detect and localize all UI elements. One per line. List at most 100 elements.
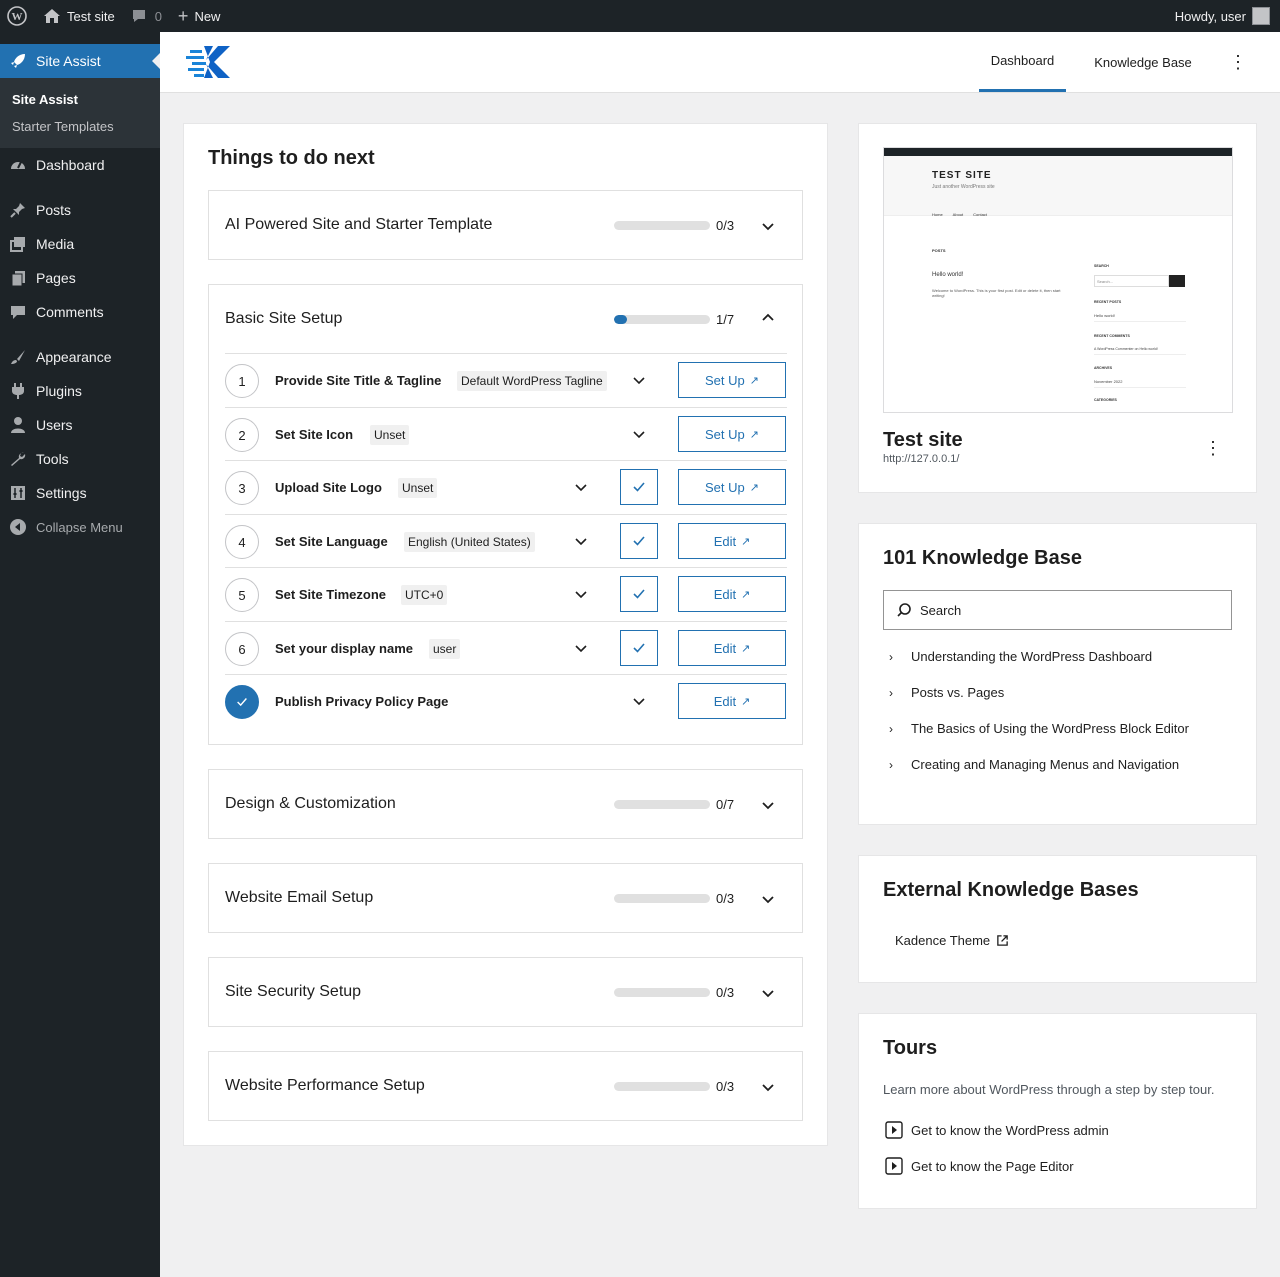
- edit-button[interactable]: Edit ↗: [678, 683, 786, 719]
- submenu-site-assist[interactable]: Site Assist: [0, 86, 160, 113]
- mark-complete-button[interactable]: [620, 523, 658, 559]
- tour-item-label: Get to know the WordPress admin: [911, 1122, 1109, 1138]
- mark-complete-button[interactable]: [620, 576, 658, 612]
- chevron-down-icon[interactable]: [573, 640, 589, 656]
- sidebar-item-comments[interactable]: Comments: [0, 295, 160, 329]
- kb-search-input[interactable]: Search: [883, 590, 1232, 630]
- progress-count: 0/3: [716, 218, 735, 233]
- kb-link[interactable]: › Understanding the WordPress Dashboard: [889, 649, 1152, 664]
- external-arrow-icon: ↗: [749, 374, 759, 387]
- status-badge: English (United States): [404, 532, 535, 552]
- kb-link[interactable]: › The Basics of Using the WordPress Block…: [889, 721, 1189, 736]
- chevron-down-icon[interactable]: [759, 217, 777, 235]
- chevron-down-icon[interactable]: [759, 796, 777, 814]
- external-arrow-icon: ↗: [741, 588, 751, 601]
- tour-item[interactable]: Get to know the WordPress admin: [885, 1121, 1109, 1139]
- setup-button[interactable]: Set Up ↗: [678, 416, 786, 452]
- site-card: TEST SITE Just another WordPress site Ho…: [859, 124, 1256, 492]
- external-arrow-icon: ↗: [749, 481, 759, 494]
- check-icon: [633, 536, 645, 546]
- sidebar-item-settings[interactable]: Settings: [0, 476, 160, 510]
- site-options-icon[interactable]: ⋮: [1204, 438, 1222, 459]
- submenu-starter-templates[interactable]: Starter Templates: [0, 113, 160, 140]
- external-arrow-icon: ↗: [741, 695, 751, 708]
- chevron-down-icon[interactable]: [631, 426, 647, 442]
- section-title: AI Powered Site and Starter Template: [225, 216, 493, 233]
- sidebar-item-media[interactable]: Media: [0, 227, 160, 261]
- collapse-menu-button[interactable]: Collapse Menu: [0, 510, 160, 544]
- preview-nav-item: Home: [932, 212, 943, 217]
- site-name-link[interactable]: Test site: [35, 0, 123, 32]
- preview-categories: CATEGORIES: [1094, 398, 1117, 402]
- tab-dashboard[interactable]: Dashboard: [979, 32, 1066, 92]
- wrench-icon: [8, 449, 28, 469]
- section-design-customization[interactable]: Design & Customization 0/7: [208, 769, 803, 839]
- chevron-down-icon[interactable]: [759, 1078, 777, 1096]
- chevron-down-icon[interactable]: [631, 372, 647, 388]
- new-content-link[interactable]: + New: [170, 0, 229, 32]
- preview-archive-item: November 2022: [1094, 379, 1186, 388]
- chevron-down-icon[interactable]: [573, 479, 589, 495]
- more-options-icon[interactable]: ⋮: [1228, 50, 1248, 74]
- site-url[interactable]: http://127.0.0.1/: [883, 453, 959, 465]
- sidebar-item-plugins[interactable]: Plugins: [0, 374, 160, 408]
- chevron-down-icon[interactable]: [631, 693, 647, 709]
- site-preview-thumbnail[interactable]: TEST SITE Just another WordPress site Ho…: [883, 147, 1233, 413]
- submenu: Site Assist Starter Templates: [0, 78, 160, 148]
- kb-link[interactable]: › Creating and Managing Menus and Navigat…: [889, 757, 1179, 772]
- comments-count: 0: [154, 8, 162, 24]
- sidebar-item-posts[interactable]: Posts: [0, 193, 160, 227]
- todo-card: Things to do next AI Powered Site and St…: [184, 124, 827, 1145]
- setup-button[interactable]: Set Up ↗: [678, 362, 786, 398]
- section-ai-starter[interactable]: AI Powered Site and Starter Template 0/3: [208, 190, 803, 260]
- preview-tagline: Just another WordPress site: [932, 184, 995, 190]
- comments-link[interactable]: 0: [123, 0, 170, 32]
- avatar: [1252, 7, 1270, 25]
- task-row: 1 Provide Site Title & Tagline Default W…: [225, 353, 787, 406]
- status-badge: UTC+0: [401, 585, 448, 605]
- todo-title: Things to do next: [208, 147, 375, 169]
- kb-link[interactable]: › Posts vs. Pages: [889, 685, 1004, 700]
- sidebar-item-tools[interactable]: Tools: [0, 442, 160, 476]
- sidebar-item-users[interactable]: Users: [0, 408, 160, 442]
- section-performance-setup[interactable]: Website Performance Setup 0/3: [208, 1051, 803, 1121]
- step-number: 1: [225, 364, 259, 398]
- chevron-down-icon[interactable]: [759, 890, 777, 908]
- sidebar-item-label: Plugins: [36, 383, 82, 399]
- sidebar-item-label: Pages: [36, 270, 76, 286]
- edit-button[interactable]: Edit ↗: [678, 630, 786, 666]
- sidebar-item-pages[interactable]: Pages: [0, 261, 160, 295]
- setup-button[interactable]: Set Up ↗: [678, 469, 786, 505]
- edit-button[interactable]: Edit ↗: [678, 576, 786, 612]
- sidebar-item-dashboard[interactable]: Dashboard: [0, 148, 160, 182]
- chevron-down-icon[interactable]: [573, 586, 589, 602]
- sidebar-item-label: Posts: [36, 202, 72, 218]
- chevron-up-icon[interactable]: [759, 309, 777, 327]
- task-row: 6 Set your display name user Edit ↗: [225, 621, 787, 674]
- play-icon: [885, 1157, 903, 1175]
- kadence-logo-icon[interactable]: [186, 44, 232, 83]
- section-security-setup[interactable]: Site Security Setup 0/3: [208, 957, 803, 1027]
- step-number: 6: [225, 632, 259, 666]
- tours-card: Tours Learn more about WordPress through…: [859, 1014, 1256, 1208]
- preview-nav: Home About Contact: [932, 212, 987, 217]
- chevron-down-icon[interactable]: [573, 533, 589, 549]
- wordpress-logo-icon[interactable]: W: [0, 0, 35, 32]
- my-account[interactable]: Howdy, user: [1167, 0, 1280, 32]
- tour-item[interactable]: Get to know the Page Editor: [885, 1157, 1074, 1175]
- tab-knowledge-base[interactable]: Knowledge Base: [1082, 32, 1204, 92]
- admin-sidebar: Site Assist Site Assist Starter Template…: [0, 32, 160, 1277]
- external-kb-link[interactable]: Kadence Theme: [895, 933, 1009, 948]
- mark-complete-button[interactable]: [620, 469, 658, 505]
- section-email-setup[interactable]: Website Email Setup 0/3: [208, 863, 803, 933]
- sidebar-item-site-assist[interactable]: Site Assist: [0, 44, 160, 78]
- task-name: Set Site Timezone: [275, 587, 387, 602]
- sidebar-item-appearance[interactable]: Appearance: [0, 340, 160, 374]
- chevron-right-icon: ›: [889, 685, 893, 700]
- edit-button[interactable]: Edit ↗: [678, 523, 786, 559]
- task-name: Set Site Language: [275, 534, 388, 549]
- chevron-down-icon[interactable]: [759, 984, 777, 1002]
- mark-complete-button[interactable]: [620, 630, 658, 666]
- external-arrow-icon: ↗: [749, 428, 759, 441]
- sidebar-item-label: Settings: [36, 485, 87, 501]
